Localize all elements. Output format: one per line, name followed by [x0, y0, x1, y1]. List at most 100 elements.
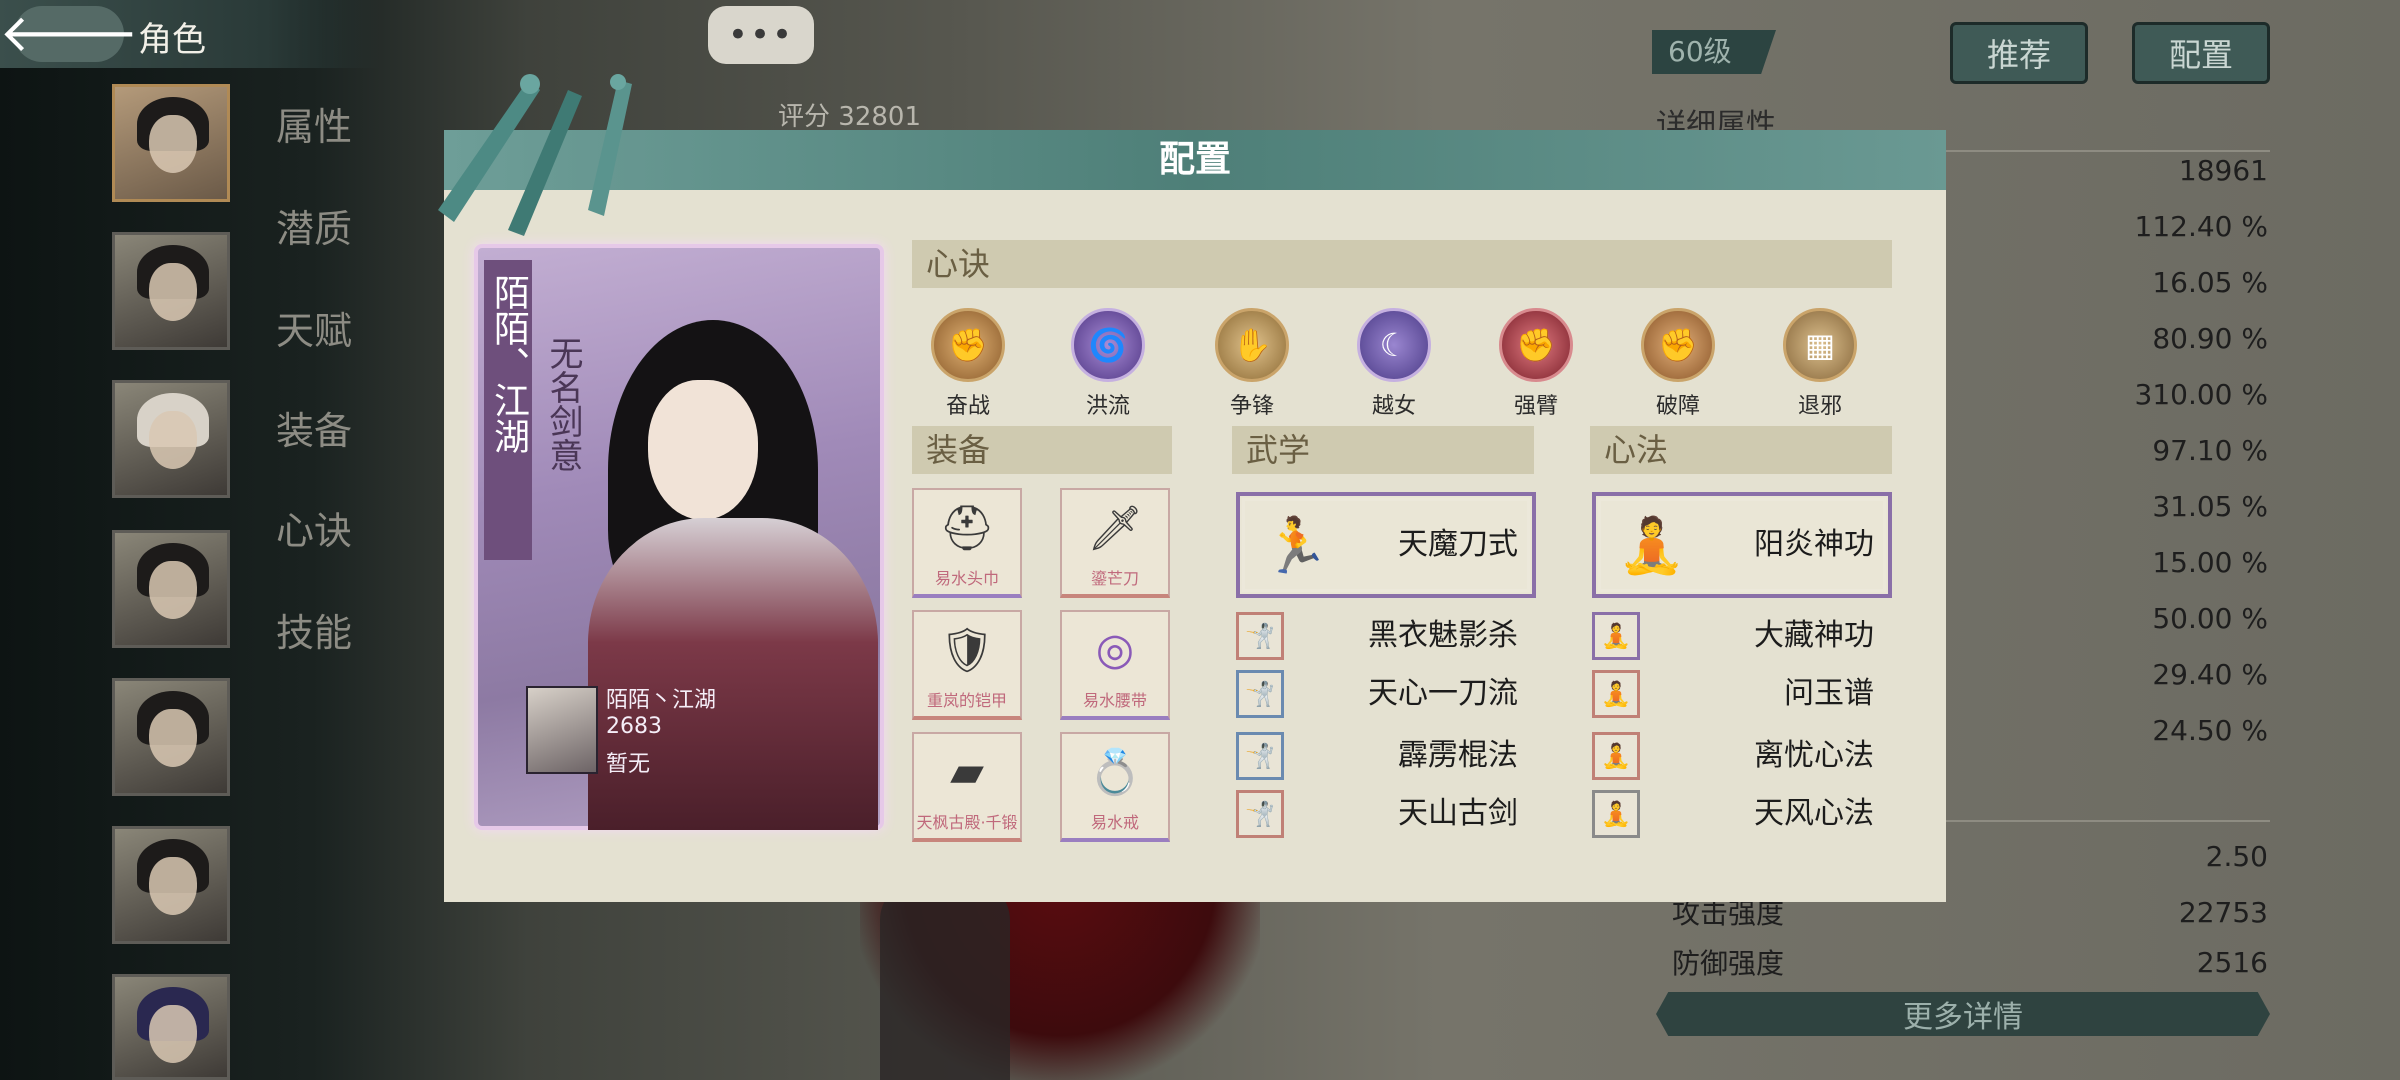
inner-skill-name: 大藏神功: [1754, 618, 1874, 653]
equipment-label: 易水腰带: [1082, 691, 1147, 710]
back-arrow-icon[interactable]: 🡐: [0, 6, 139, 62]
xinjue-section-header: 心诀: [912, 240, 1892, 288]
tab-talent[interactable]: 天赋: [276, 300, 352, 355]
equipment-label: 易水头巾: [934, 569, 999, 588]
card-player-name: 陌陌丶江湖: [606, 688, 717, 713]
boots-icon: ▰: [950, 746, 984, 797]
xinjue-label: 退邪: [1797, 394, 1842, 419]
martial-skill-name: 黑衣魅影杀: [1368, 618, 1518, 653]
tablet-icon: ▦: [1783, 308, 1857, 382]
character-card: 陌陌、江湖 无名剑意 陌陌丶江湖 2683 暂无: [474, 244, 884, 830]
xinjue-label: 洪流: [1085, 394, 1130, 419]
inner-skill-row[interactable]: 🧘 离忧心法: [1592, 732, 1874, 780]
modal-title: 配置: [1158, 139, 1231, 180]
martial-skill-row[interactable]: 🤺 霹雳棍法: [1236, 732, 1518, 780]
equipment-label: 鎏芒刀: [1090, 569, 1139, 588]
xinjue-item-3[interactable]: ✋ 争锋: [1212, 308, 1292, 420]
stat-value: 22753: [2178, 896, 2268, 929]
equipment-slot-belt[interactable]: ◎ 易水腰带: [1060, 610, 1170, 720]
tab-xinjue[interactable]: 心诀: [276, 500, 352, 555]
xinjue-item-4[interactable]: ☾ 越女: [1354, 308, 1434, 420]
character-portrait-2[interactable]: [112, 232, 230, 350]
xinjue-item-2[interactable]: 🌀 洪流: [1068, 308, 1148, 420]
character-portrait-6[interactable]: [112, 826, 230, 944]
xinjue-item-6[interactable]: ✊ 破障: [1638, 308, 1718, 420]
martial-skill-row[interactable]: 🤺 天心一刀流: [1236, 670, 1518, 718]
more-details-button[interactable]: 更多详情: [1656, 992, 2270, 1036]
equipment-slot-ring[interactable]: 💍 易水戒: [1060, 732, 1170, 842]
belt-icon: ◎: [1095, 624, 1135, 675]
main-martial-skill[interactable]: 🏃 天魔刀式: [1236, 492, 1536, 598]
character-portrait-4[interactable]: [112, 530, 230, 648]
stat-value: 15.00 %: [2152, 546, 2268, 579]
xinjue-item-5[interactable]: ✊ 强臂: [1496, 308, 1576, 420]
palm-icon: ✋: [1215, 308, 1289, 382]
skill-figure-icon: 🤺: [1236, 612, 1284, 660]
equipment-slot-shoes[interactable]: ▰ 天枫古殿·千锻: [912, 732, 1022, 842]
player-avatar: [526, 686, 598, 774]
martial-skill-name: 霹雳棍法: [1398, 738, 1518, 773]
sabre-icon: 🗡: [1087, 503, 1143, 554]
equipment-slot-head[interactable]: ⛑ 易水头巾: [912, 488, 1022, 598]
inner-skill-name: 问玉谱: [1784, 676, 1874, 711]
martial-skill-name: 天山古剑: [1398, 796, 1518, 831]
equipment-label: 重岚的铠甲: [926, 691, 1007, 710]
hero-body: [588, 518, 878, 830]
inner-skill-name: 离忧心法: [1754, 738, 1874, 773]
main-martial-skill-name: 天魔刀式: [1398, 527, 1518, 562]
stat-value: 24.50 %: [2152, 714, 2268, 747]
portrait-face: [149, 857, 197, 915]
skill-figure-icon: 🧘: [1592, 790, 1640, 838]
fist-icon: ✊: [1499, 308, 1573, 382]
tab-potential[interactable]: 潜质: [276, 198, 352, 253]
wuxue-section-header: 武学: [1232, 426, 1534, 474]
xinfa-section-header: 心法: [1590, 426, 1892, 474]
config-button[interactable]: 配置: [2132, 22, 2270, 84]
tab-attributes[interactable]: 属性: [276, 96, 352, 151]
inner-skill-row[interactable]: 🧘 大藏神功: [1592, 612, 1874, 660]
fist-icon: ✊: [1641, 308, 1715, 382]
martial-skill-row[interactable]: 🤺 天山古剑: [1236, 790, 1518, 838]
skill-figure-icon: 🤺: [1236, 732, 1284, 780]
inner-skill-row[interactable]: 🧘 问玉谱: [1592, 670, 1874, 718]
tab-skills[interactable]: 技能: [276, 602, 352, 657]
equipment-label: 易水戒: [1090, 813, 1139, 832]
stat-value: 31.05 %: [2152, 490, 2268, 523]
equipment-slot-armor[interactable]: 🛡 重岚的铠甲: [912, 610, 1022, 720]
main-inner-skill[interactable]: 🧘 阳炎神功: [1592, 492, 1892, 598]
stat-value: 50.00 %: [2152, 602, 2268, 635]
inner-skill-name: 天风心法: [1754, 796, 1874, 831]
card-power: 2683: [606, 714, 662, 739]
hero-face: [648, 380, 758, 520]
stat-label: 防御强度: [1672, 947, 1785, 980]
inner-skill-row[interactable]: 🧘 天风心法: [1592, 790, 1874, 838]
character-portrait-5[interactable]: [112, 678, 230, 796]
xinjue-item-7[interactable]: ▦ 退邪: [1780, 308, 1860, 420]
whirl-icon: 🌀: [1071, 308, 1145, 382]
martial-skill-name: 天心一刀流: [1368, 676, 1518, 711]
chat-bubble-icon[interactable]: •••: [708, 6, 814, 64]
recommend-button[interactable]: 推荐: [1950, 22, 2088, 84]
background-character: [880, 880, 1010, 1080]
equipment-slot-weapon[interactable]: 🗡 鎏芒刀: [1060, 488, 1170, 598]
skill-figure-icon: 🧘: [1592, 670, 1640, 718]
stat-value: 310.00 %: [2134, 378, 2268, 411]
stat-value: 2516: [2196, 946, 2268, 979]
stat-value: 16.05 %: [2152, 266, 2268, 299]
portrait-face: [149, 561, 197, 619]
score-value: 32801: [838, 102, 921, 132]
xinjue-label: 越女: [1371, 394, 1416, 419]
stat-value: 18961: [2178, 154, 2268, 187]
moon-icon: ☾: [1357, 308, 1431, 382]
character-portrait-3[interactable]: [112, 380, 230, 498]
martial-skill-row[interactable]: 🤺 黑衣魅影杀: [1236, 612, 1518, 660]
xinjue-item-1[interactable]: ✊ 奋战: [928, 308, 1008, 420]
xinjue-label: 强臂: [1513, 394, 1558, 419]
character-portrait-7[interactable]: [112, 974, 230, 1080]
tab-equipment[interactable]: 装备: [276, 400, 352, 455]
top-bar: 🡐 角色: [0, 0, 380, 68]
swordsman-figure-icon: 🏃: [1262, 514, 1330, 577]
character-portrait-1[interactable]: [112, 84, 230, 202]
stat-value: 2.50: [2205, 840, 2268, 873]
skill-figure-icon: 🧘: [1592, 612, 1640, 660]
